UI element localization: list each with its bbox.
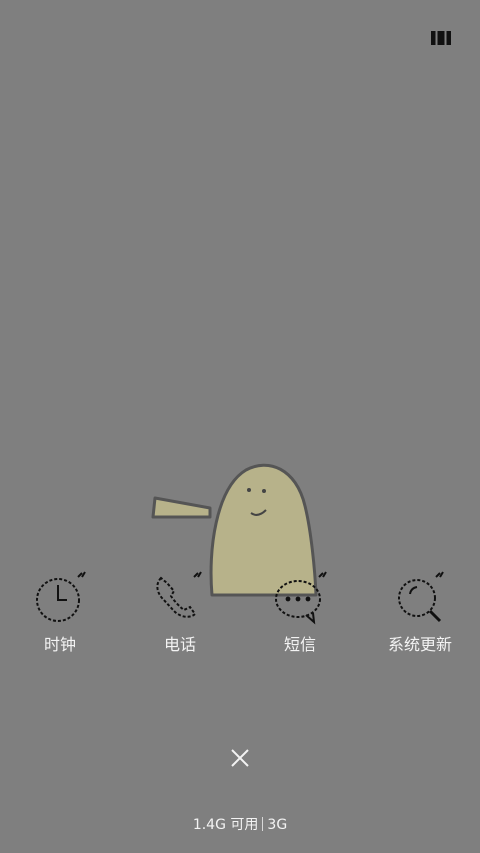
status-divider	[262, 817, 264, 831]
phone-icon	[156, 571, 202, 618]
app-system-update[interactable]: 系统更新	[360, 568, 480, 668]
app-label-phone: 电话	[163, 635, 196, 654]
app-label-clock: 时钟	[43, 635, 76, 654]
close-icon[interactable]	[224, 742, 256, 774]
clock-icon	[36, 571, 86, 622]
app-label-system-update: 系统更新	[387, 635, 452, 654]
app-dock: 时钟 电话 短信 系统更新	[0, 568, 480, 668]
message-icon	[275, 571, 327, 625]
network-type: 3G	[267, 817, 288, 833]
update-search-icon	[398, 571, 444, 623]
app-phone[interactable]: 电话	[120, 568, 240, 668]
grid-view-icon[interactable]	[431, 30, 451, 46]
memory-network-status: 1.4G 可用 3G	[0, 815, 480, 835]
app-drawer-screen: { "top_right_icon": "grid-view-icon", "d…	[0, 0, 480, 853]
app-clock[interactable]: 时钟	[0, 568, 120, 668]
app-messages[interactable]: 短信	[240, 568, 360, 668]
app-label-messages: 短信	[283, 635, 316, 654]
memory-available: 1.4G 可用	[192, 817, 259, 833]
